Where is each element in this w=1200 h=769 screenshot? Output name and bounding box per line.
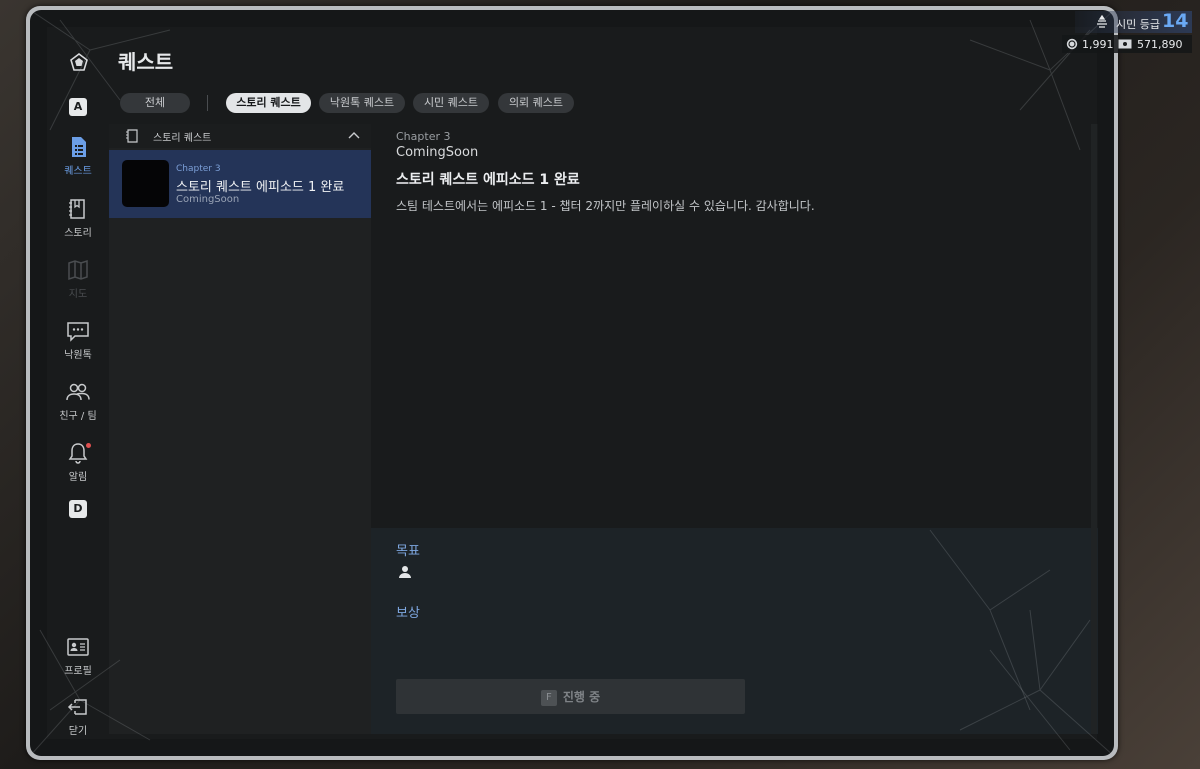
sidebar-item-label: 스토리 [64,228,92,239]
tab-chat-quest[interactable]: 낙원톡 퀘스트 [319,93,405,113]
quest-group-label: 스토리 퀘스트 [153,133,212,144]
screen: A 퀘스트 스토리 지도 낙원톡 친구 / 팀 알림 D 프로필 닫기 퀘스트 … [30,10,1114,756]
device-frame: A 퀘스트 스토리 지도 낙원톡 친구 / 팀 알림 D 프로필 닫기 퀘스트 … [26,6,1118,760]
quest-name: 스토리 퀘스트 에피소드 1 완료 [176,180,345,195]
sidebar-item-label: 낙원톡 [64,350,92,361]
notification-dot [86,443,91,448]
home-logo-icon[interactable] [69,52,89,72]
sidebar-item-label: 지도 [68,289,88,300]
detail-title: 스토리 퀘스트 에피소드 1 완료 [396,172,580,188]
coin-icon [1066,38,1078,50]
detail-subtitle: ComingSoon [396,145,479,160]
detail-chapter: Chapter 3 [396,130,451,143]
sidebar-item-chat[interactable]: 낙원톡 [47,319,109,361]
chevron-up-icon[interactable] [348,130,360,140]
quest-chapter: Chapter 3 [176,164,221,174]
tab-citizen-quest[interactable]: 시민 퀘스트 [413,93,489,113]
key-hint-d: D [69,500,87,518]
sidebar-item-close[interactable]: 닫기 [47,695,109,737]
exit-icon [67,699,87,715]
story-book-icon [69,199,85,219]
currency-hud: 1,991 571,890 [1062,35,1192,53]
app-window: A 퀘스트 스토리 지도 낙원톡 친구 / 팀 알림 D 프로필 닫기 퀘스트 … [47,27,1098,739]
book-icon [126,129,138,143]
key-hint-a: A [69,98,87,116]
quest-thumbnail [122,160,169,207]
objective-reward-section: 목표 보상 F 진행 중 [371,528,1098,734]
quest-group-header[interactable]: 스토리 퀘스트 [109,124,371,148]
page-title: 퀘스트 [118,50,174,74]
reward-label: 보상 [396,606,420,621]
sidebar-item-label: 친구 / 팀 [59,411,97,422]
cash-amount: 571,890 [1137,38,1183,51]
rank-value: 14 [1162,10,1189,32]
sidebar-item-label: 알림 [68,472,88,483]
sidebar-item-label: 닫기 [68,726,88,737]
sidebar: A 퀘스트 스토리 지도 낙원톡 친구 / 팀 알림 D 프로필 닫기 [47,27,109,739]
quest-document-icon [72,137,86,157]
tab-all[interactable]: 전체 [120,93,190,113]
rank-label: 시민 등급 [1116,18,1160,31]
quest-status: ComingSoon [176,194,240,205]
sidebar-item-label: 프로필 [64,666,92,677]
sidebar-item-quest[interactable]: 퀘스트 [47,135,109,177]
in-progress-label: 진행 중 [562,690,601,704]
sidebar-item-alerts[interactable]: 알림 [47,441,109,483]
coin-amount: 1,991 [1082,38,1114,51]
chat-bubble-icon [67,322,89,342]
profile-card-icon [67,638,89,656]
in-progress-button[interactable]: F 진행 중 [396,679,745,714]
tab-request-quest[interactable]: 의뢰 퀘스트 [498,93,574,113]
sidebar-item-profile[interactable]: 프로필 [47,635,109,677]
map-icon [68,259,88,281]
key-hint-f: F [540,689,557,706]
friends-icon [66,383,90,401]
quest-detail-panel: Chapter 3 ComingSoon 스토리 퀘스트 에피소드 1 완료 스… [371,124,1098,734]
person-icon [399,566,411,578]
tab-story-quest[interactable]: 스토리 퀘스트 [226,93,311,113]
rank-icon [1097,15,1107,28]
detail-description: 스팀 테스트에서는 에피소드 1 - 챕터 2까지만 플레이하실 수 있습니다.… [396,199,815,213]
citizen-rank-hud: 시민 등급 14 [1075,10,1192,33]
scrollbar[interactable] [1091,124,1097,734]
sidebar-item-story[interactable]: 스토리 [47,197,109,239]
tab-divider [207,95,208,111]
quest-list-panel: 스토리 퀘스트 Chapter 3 스토리 퀘스트 에피소드 1 완료 Comi… [109,124,371,734]
sidebar-item-friends[interactable]: 친구 / 팀 [47,380,109,422]
sidebar-item-map[interactable]: 지도 [47,258,109,300]
sidebar-item-label: 퀘스트 [64,166,92,177]
cash-icon [1118,39,1132,49]
goal-label: 목표 [396,544,420,559]
quest-list-item[interactable]: Chapter 3 스토리 퀘스트 에피소드 1 완료 ComingSoon [109,150,371,218]
